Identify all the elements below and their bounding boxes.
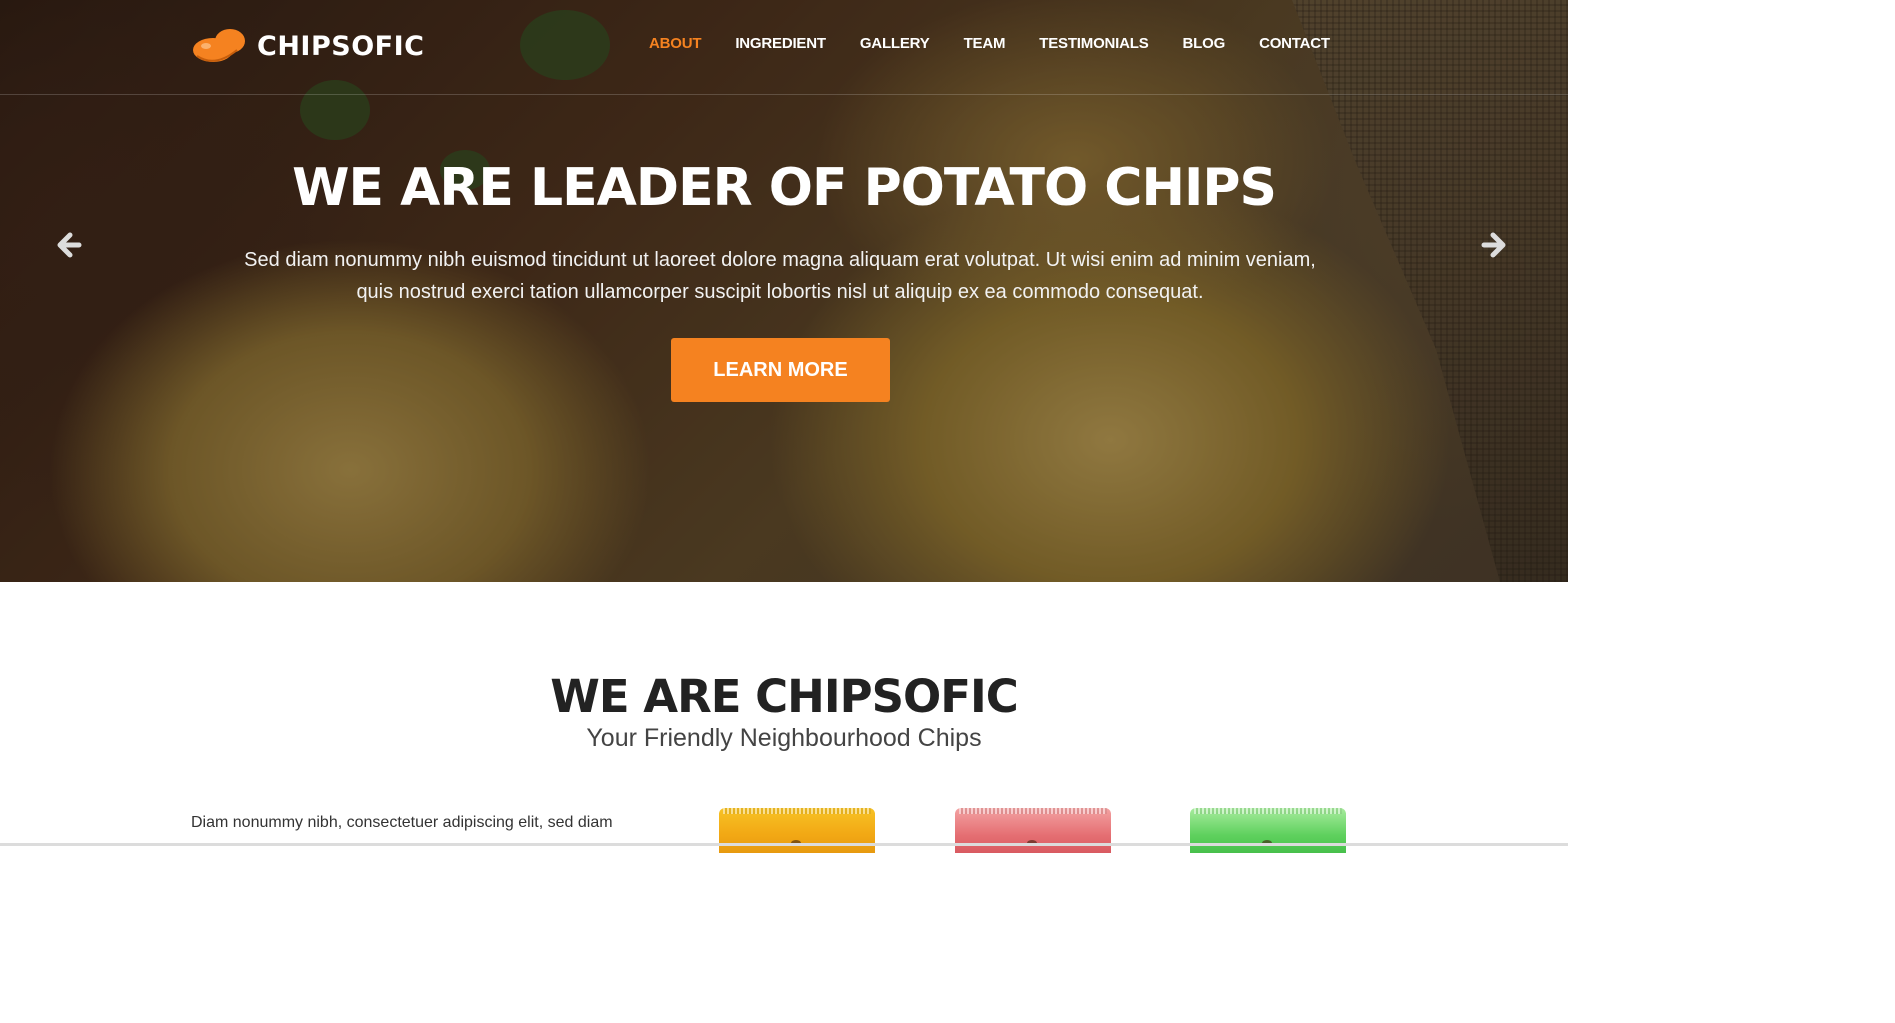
hero-slider: CHIPSOFIC ABOUT INGREDIENT GALLERY TEAM … [0, 0, 1568, 582]
nav-item-team[interactable]: TEAM [964, 34, 1006, 54]
chip-logo-icon [193, 29, 245, 62]
nav-item-ingredient[interactable]: INGREDIENT [735, 34, 826, 54]
chips-bag-green-image [1190, 808, 1346, 853]
learn-more-button[interactable]: LEARN MORE [671, 338, 890, 402]
about-text: Diam nonummy nibh, consectetuer adipisci… [191, 814, 613, 831]
arrow-right-icon[interactable] [1480, 230, 1510, 260]
chips-bag-yellow-image [719, 808, 875, 853]
nav-item-about[interactable]: ABOUT [649, 34, 702, 54]
top-navbar: CHIPSOFIC ABOUT INGREDIENT GALLERY TEAM … [0, 0, 1568, 95]
section-subtitle: Your Friendly Neighbourhood Chips [586, 724, 982, 752]
brand-link[interactable]: CHIPSOFIC [191, 26, 424, 66]
hero-title: WE ARE LEADER OF POTATO CHIPS [292, 158, 1277, 218]
section-title: WE ARE CHIPSOFIC [550, 670, 1019, 723]
window-bottom-edge [0, 843, 1568, 846]
nav-item-contact[interactable]: CONTACT [1259, 34, 1330, 54]
nav-item-testimonials[interactable]: TESTIMONIALS [1039, 34, 1148, 54]
hero-description: Sed diam nonummy nibh euismod tincidunt … [244, 249, 1316, 303]
brand-name: CHIPSOFIC [257, 30, 425, 62]
main-nav: ABOUT INGREDIENT GALLERY TEAM TESTIMONIA… [649, 34, 1364, 54]
nav-item-blog[interactable]: BLOG [1183, 34, 1226, 54]
chips-bag-red-image [955, 808, 1111, 853]
nav-item-gallery[interactable]: GALLERY [860, 34, 930, 54]
arrow-left-icon[interactable] [53, 230, 83, 260]
